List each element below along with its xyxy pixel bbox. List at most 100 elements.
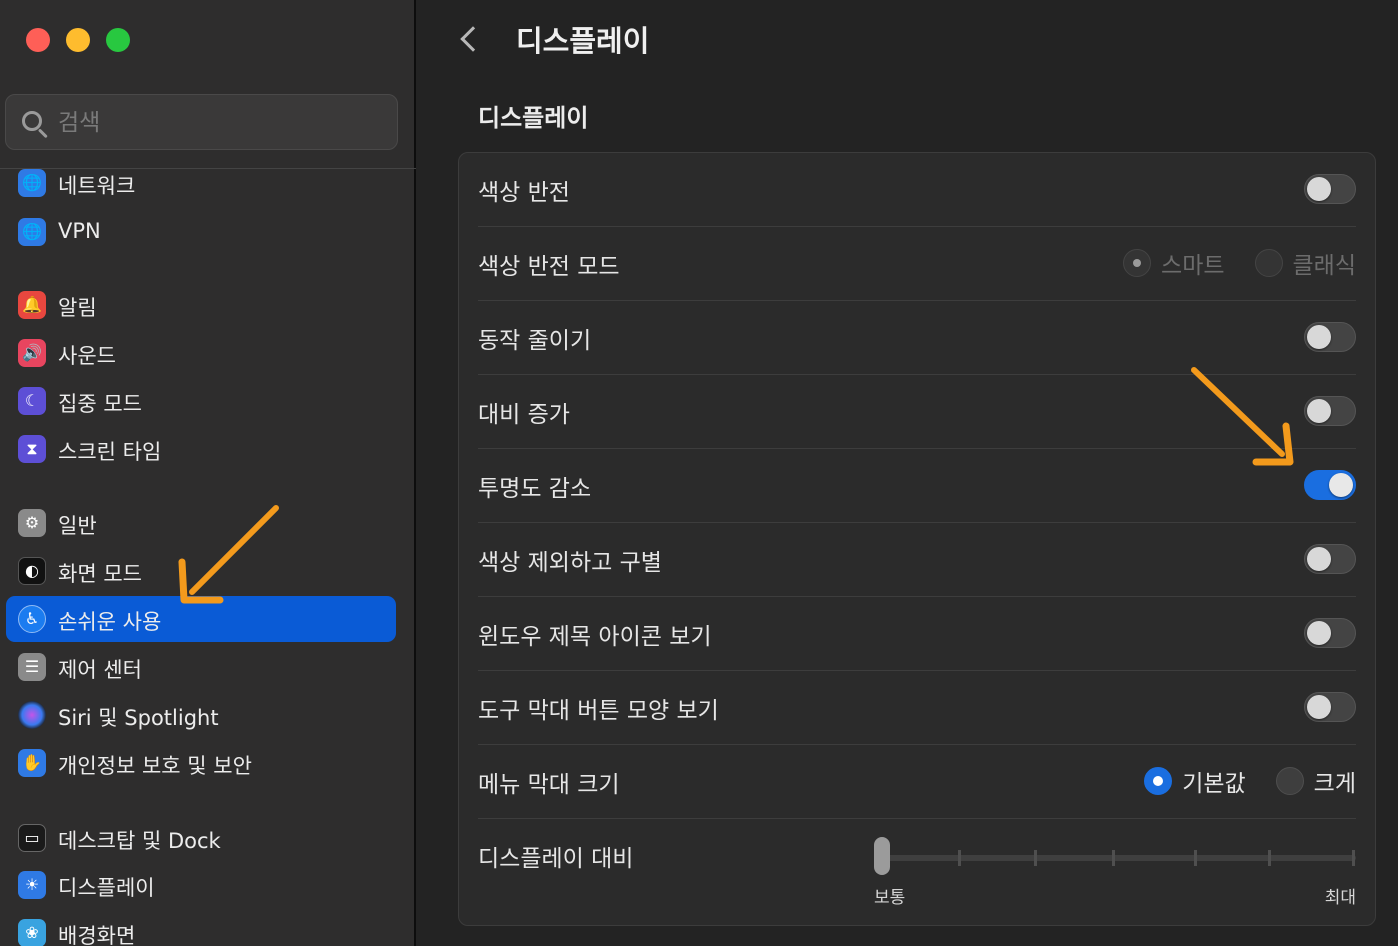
page-title: 디스플레이 — [516, 24, 650, 58]
setting-row-toolbar-button-shapes: 도구 막대 버튼 모양 보기 — [478, 671, 1356, 745]
section-title: 디스플레이 — [478, 104, 589, 132]
zoom-window-button[interactable] — [106, 28, 130, 52]
sidebar: 🌐 네트워크 🌐 VPN 🔔 알림 🔊 사운드 ☾ 집중 모드 ⧗ 스크린 타임… — [0, 0, 416, 946]
main-content: 디스플레이 디스플레이 색상 반전 색상 반전 모드 스마트 클래식 동작 줄이… — [418, 0, 1398, 946]
sidebar-item-label: 디스플레이 — [58, 876, 155, 900]
sidebar-item-appearance[interactable]: ◐ 화면 모드 — [6, 548, 396, 594]
sun-icon: ☀ — [18, 871, 46, 899]
slider-tick — [1268, 850, 1271, 866]
radio-label: 클래식 — [1292, 253, 1356, 279]
sidebar-item-notifications[interactable]: 🔔 알림 — [6, 282, 396, 328]
invert-colors-toggle[interactable] — [1304, 174, 1356, 204]
search-input[interactable] — [58, 103, 378, 143]
display-settings-panel: 색상 반전 색상 반전 모드 스마트 클래식 동작 줄이기 대비 증가 투명도 … — [458, 152, 1376, 926]
search-icon — [20, 109, 50, 139]
sidebar-item-label: 사운드 — [58, 344, 116, 368]
sidebar-item-siri-spotlight[interactable]: Siri 및 Spotlight — [6, 692, 396, 738]
menu-bar-size-default-radio[interactable]: 기본값 — [1144, 764, 1246, 798]
radio-label: 스마트 — [1161, 253, 1225, 279]
slider-tick — [1034, 850, 1037, 866]
sidebar-item-label: 알림 — [58, 296, 97, 320]
back-button[interactable] — [456, 20, 486, 60]
slider-thumb[interactable] — [874, 837, 890, 875]
slider-tick — [958, 850, 961, 866]
invert-mode-classic-radio[interactable]: 클래식 — [1254, 246, 1356, 280]
globe-icon: 🌐 — [18, 218, 46, 246]
sidebar-item-label: 집중 모드 — [58, 392, 142, 416]
sidebar-item-label: 화면 모드 — [58, 562, 142, 586]
reduce-motion-toggle[interactable] — [1304, 322, 1356, 352]
window-title-icons-toggle[interactable] — [1304, 618, 1356, 648]
gear-icon: ⚙ — [18, 509, 46, 537]
dock-icon: ▭ — [18, 824, 46, 852]
sidebar-item-network[interactable]: 🌐 네트워크 — [6, 160, 396, 206]
setting-label: 동작 줄이기 — [478, 328, 592, 354]
radio-dot — [1144, 767, 1173, 795]
speaker-icon: 🔊 — [18, 339, 46, 367]
radio-dot — [1254, 249, 1283, 277]
chevron-left-icon — [460, 26, 486, 52]
slider-track — [880, 855, 1356, 861]
hourglass-icon: ⧗ — [18, 435, 46, 463]
setting-label: 색상 반전 — [478, 180, 570, 206]
setting-row-window-title-icons: 윈도우 제목 아이콘 보기 — [478, 597, 1356, 671]
setting-label: 메뉴 막대 크기 — [478, 772, 620, 798]
setting-row-display-contrast: 디스플레이 대비 보통 최대 — [478, 819, 1356, 919]
sidebar-item-vpn[interactable]: 🌐 VPN — [6, 209, 396, 255]
sidebar-item-screen-time[interactable]: ⧗ 스크린 타임 — [6, 426, 396, 472]
radio-label: 크게 — [1313, 771, 1356, 797]
setting-label: 대비 증가 — [478, 402, 570, 428]
sidebar-item-general[interactable]: ⚙ 일반 — [6, 500, 396, 546]
radio-dot — [1123, 249, 1152, 277]
sidebar-item-displays[interactable]: ☀ 디스플레이 — [6, 862, 396, 908]
invert-mode-smart-radio[interactable]: 스마트 — [1123, 246, 1225, 280]
close-window-button[interactable] — [26, 28, 50, 52]
sidebar-item-label: 손쉬운 사용 — [58, 610, 162, 634]
search-field[interactable] — [5, 94, 398, 150]
sidebar-item-privacy-security[interactable]: ✋ 개인정보 보호 및 보안 — [6, 740, 396, 786]
setting-label: 윈도우 제목 아이콘 보기 — [478, 624, 712, 650]
slider-tick — [1352, 850, 1355, 866]
sidebar-item-sound[interactable]: 🔊 사운드 — [6, 330, 396, 376]
accessibility-icon: ♿ — [18, 605, 46, 633]
slider-tick — [1112, 850, 1115, 866]
menu-bar-size-large-radio[interactable]: 크게 — [1275, 764, 1356, 798]
minimize-window-button[interactable] — [66, 28, 90, 52]
toolbar-button-shapes-toggle[interactable] — [1304, 692, 1356, 722]
sidebar-item-focus[interactable]: ☾ 집중 모드 — [6, 378, 396, 424]
flower-icon: ❀ — [18, 919, 46, 946]
siri-icon — [18, 701, 46, 729]
sidebar-item-desktop-dock[interactable]: ▭ 데스크탑 및 Dock — [6, 815, 396, 861]
setting-label: 색상 반전 모드 — [478, 254, 620, 280]
sidebar-item-wallpaper[interactable]: ❀ 배경화면 — [6, 910, 396, 946]
control-center-icon: ☰ — [18, 653, 46, 681]
reduce-transparency-toggle[interactable] — [1304, 470, 1356, 500]
setting-label: 도구 막대 버튼 모양 보기 — [478, 698, 719, 724]
sidebar-item-label: 제어 센터 — [58, 658, 142, 682]
sidebar-item-accessibility[interactable]: ♿ 손쉬운 사용 — [6, 596, 396, 642]
setting-row-increase-contrast: 대비 증가 — [478, 375, 1356, 449]
setting-label: 투명도 감소 — [478, 476, 592, 502]
sidebar-item-label: 스크린 타임 — [58, 440, 162, 464]
setting-row-reduce-transparency: 투명도 감소 — [478, 449, 1356, 523]
hand-icon: ✋ — [18, 749, 46, 777]
sidebar-item-label: VPN — [58, 219, 101, 243]
setting-row-differentiate-without-color: 색상 제외하고 구별 — [478, 523, 1356, 597]
slider-max-label: 최대 — [1324, 888, 1356, 908]
radio-label: 기본값 — [1182, 771, 1246, 797]
sidebar-item-label: 데스크탑 및 Dock — [58, 829, 221, 853]
differentiate-without-color-toggle[interactable] — [1304, 544, 1356, 574]
increase-contrast-toggle[interactable] — [1304, 396, 1356, 426]
slider-min-label: 보통 — [874, 888, 906, 908]
invert-mode-radio-group: 스마트 클래식 — [1093, 245, 1356, 281]
setting-row-reduce-motion: 동작 줄이기 — [478, 301, 1356, 375]
setting-row-invert-mode: 색상 반전 모드 스마트 클래식 — [478, 227, 1356, 301]
menu-bar-size-radio-group: 기본값 크게 — [1114, 763, 1356, 799]
sidebar-item-control-center[interactable]: ☰ 제어 센터 — [6, 644, 396, 690]
setting-row-menu-bar-size: 메뉴 막대 크기 기본값 크게 — [478, 745, 1356, 819]
moon-icon: ☾ — [18, 387, 46, 415]
sidebar-item-label: Siri 및 Spotlight — [58, 706, 219, 730]
slider-tick — [1194, 850, 1197, 866]
display-contrast-slider[interactable]: 보통 최대 — [874, 835, 1356, 908]
sidebar-item-label: 일반 — [58, 514, 97, 538]
